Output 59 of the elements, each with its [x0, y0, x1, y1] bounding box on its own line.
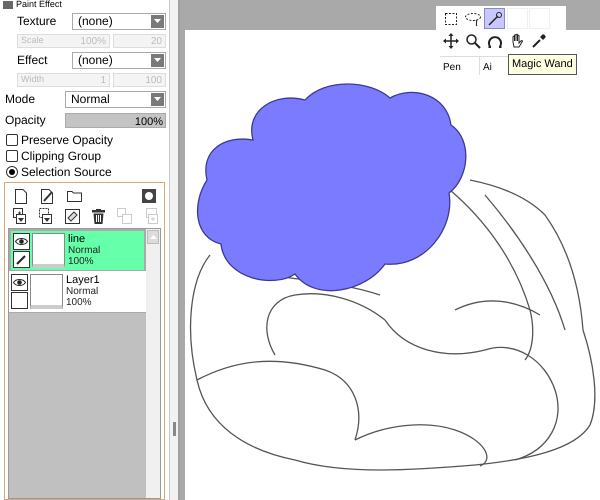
- checkbox[interactable]: [6, 150, 18, 162]
- layer-name: Layer1: [66, 275, 100, 286]
- layer-thumbnail: [30, 274, 63, 309]
- eye-icon[interactable]: [11, 274, 28, 291]
- field-label: Effect: [17, 52, 48, 69]
- layer-scrollbar[interactable]: [146, 229, 160, 498]
- disabled-layer-icon: [117, 208, 132, 224]
- tooltip: Magic Wand: [508, 54, 577, 74]
- tool-button[interactable]: [484, 8, 506, 29]
- toggle-box[interactable]: [11, 292, 28, 309]
- field-value: 100: [145, 74, 162, 88]
- option-label: Preserve Opacity: [21, 132, 114, 149]
- new-page-icon[interactable]: [13, 188, 28, 204]
- slider-reading: 100%: [134, 114, 163, 130]
- tool-tab[interactable]: Pen: [440, 57, 480, 75]
- checkbox[interactable]: [6, 134, 18, 146]
- dropdown[interactable]: (none): [72, 12, 166, 30]
- layer-row[interactable]: Layer1 Normal 100%: [9, 271, 146, 313]
- layer-mask-icon[interactable]: [141, 188, 156, 204]
- move-icon: [442, 32, 458, 48]
- pen-icon[interactable]: [13, 251, 30, 268]
- arrow-up-icon: [150, 235, 156, 239]
- field-label: Opacity: [5, 112, 47, 129]
- clear-layer-icon[interactable]: [65, 208, 80, 224]
- eyedropper-icon: [531, 32, 548, 48]
- lasso-icon: [464, 10, 482, 26]
- section-title: Paint Effect: [16, 0, 62, 9]
- field-value: 1: [100, 74, 106, 88]
- layer-name: line: [68, 234, 86, 245]
- rectangle-select-icon: [442, 10, 458, 26]
- merge-down-icon[interactable]: [13, 208, 27, 224]
- trash-icon[interactable]: [92, 208, 105, 224]
- transfer-down-icon[interactable]: [39, 208, 53, 224]
- field-label: Scale: [21, 34, 44, 48]
- layer-opacity: 100%: [66, 297, 93, 308]
- magnifier-icon: [464, 32, 481, 48]
- checkbox[interactable]: [3, 0, 13, 8]
- field-label: Width: [21, 73, 44, 86]
- field-label: Texture: [17, 13, 58, 30]
- layer-blend-mode: Normal: [66, 286, 100, 297]
- opacity-slider[interactable]: 100%: [65, 112, 166, 128]
- layer-blend-mode: Normal: [68, 245, 100, 256]
- option-label: Clipping Group: [21, 148, 102, 165]
- disabled-layer-icon: [144, 208, 159, 224]
- field-value: 100%: [80, 34, 106, 48]
- page-pen-icon[interactable]: [40, 188, 55, 204]
- eye-icon[interactable]: [13, 233, 30, 250]
- radio-button[interactable]: [6, 166, 18, 178]
- layer-thumbnail: [32, 233, 65, 268]
- field-label: Mode: [5, 91, 36, 108]
- dropdown[interactable]: Normal: [65, 90, 166, 108]
- folder-icon[interactable]: [67, 188, 82, 204]
- layer-opacity: 100%: [68, 256, 95, 267]
- layer-row[interactable]: line Normal 100%: [9, 229, 146, 271]
- magic-wand-icon: [486, 10, 503, 26]
- field-value: 20: [150, 34, 162, 48]
- option-label: Selection Source: [21, 164, 112, 181]
- splitter-handle[interactable]: [172, 422, 176, 436]
- dropdown[interactable]: (none): [72, 52, 166, 68]
